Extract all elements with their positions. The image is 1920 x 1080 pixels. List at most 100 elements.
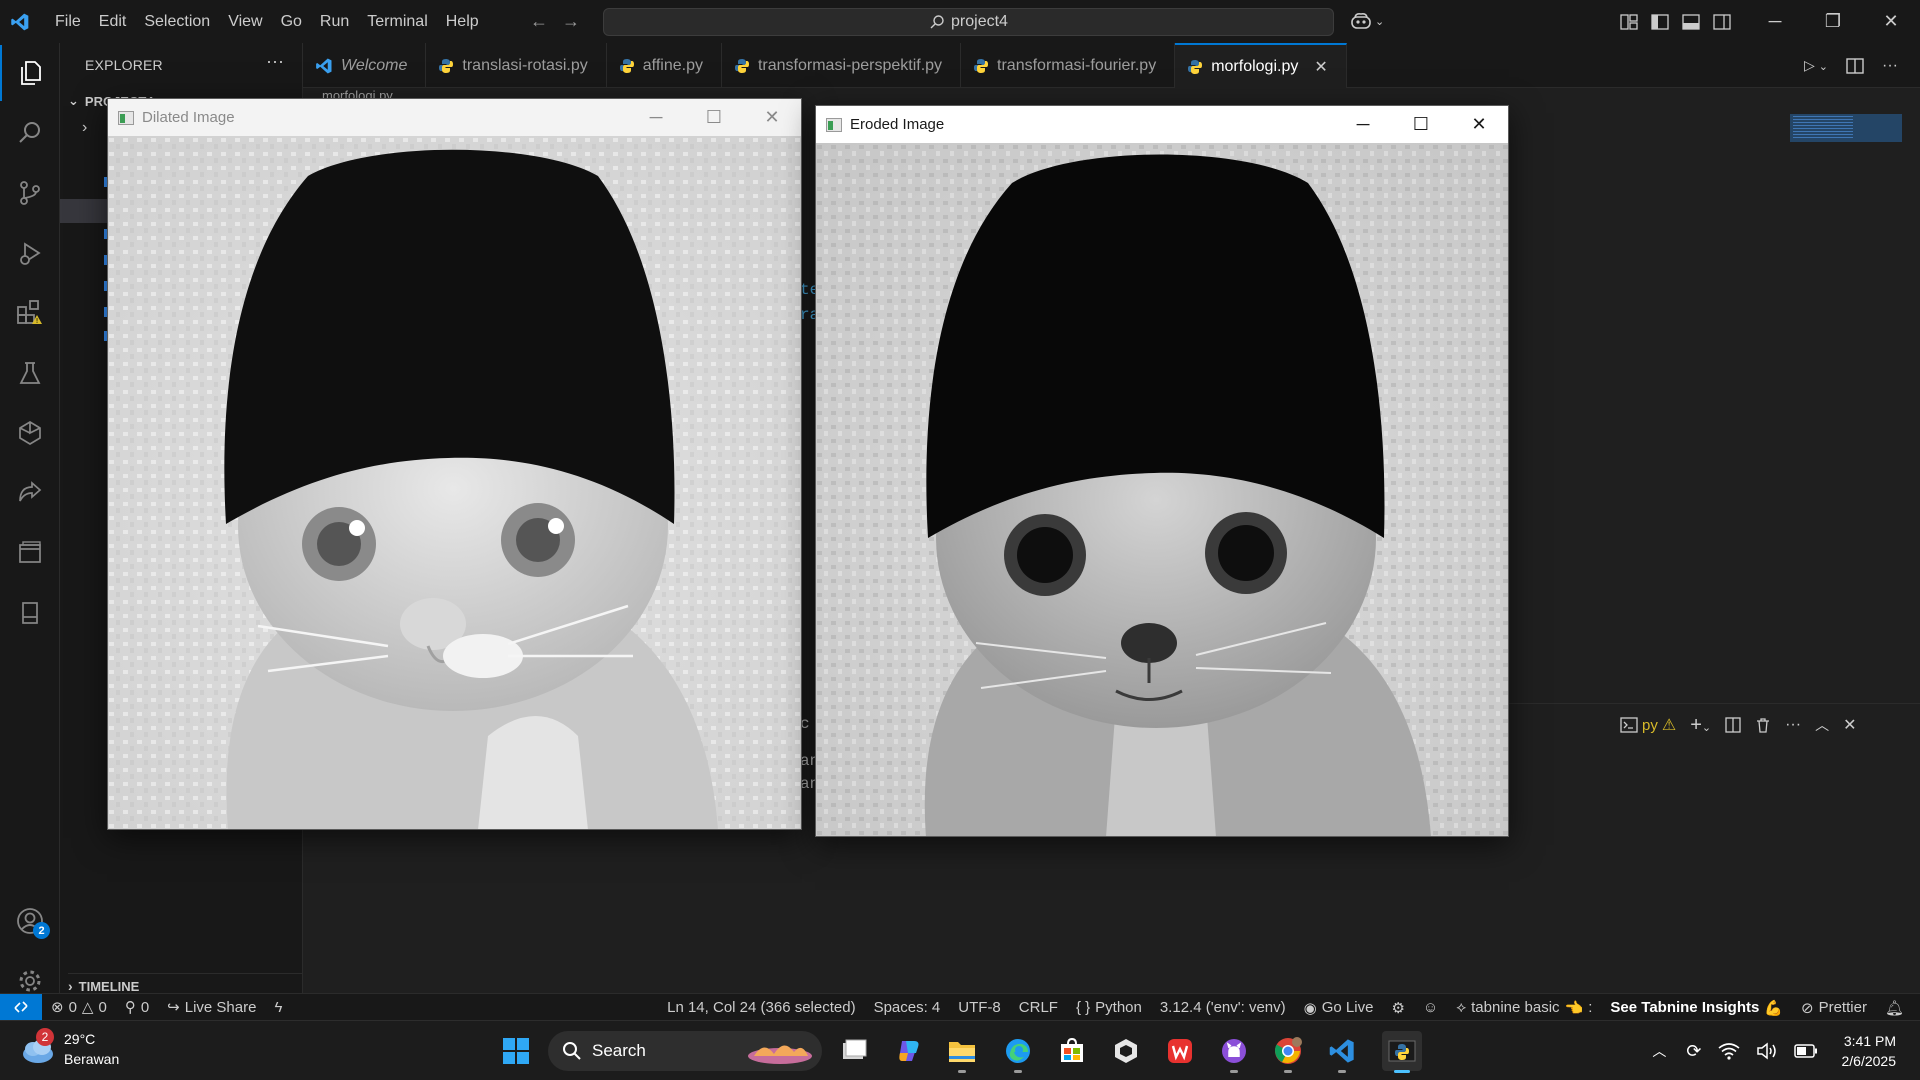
wps-office-icon[interactable] [1160,1031,1200,1071]
eroded-image-window[interactable]: Eroded Image ─ ☐ ✕ [815,105,1509,837]
split-editor-icon[interactable] [1846,57,1864,74]
maximize-icon[interactable]: ☐ [1392,106,1450,143]
minimize-icon[interactable]: ─ [627,99,685,136]
menu-run[interactable]: Run [311,0,358,43]
edge-browser-icon[interactable] [998,1031,1038,1073]
tabnine-insights-link[interactable]: See Tabnine Insights 💪 [1601,999,1792,1017]
menu-file[interactable]: File [46,0,90,43]
sync-icon[interactable]: ⟳ [1678,1041,1709,1062]
tab-welcome[interactable]: Welcome [303,43,427,88]
notifications-bell-icon[interactable]: 🔔︎ [1876,999,1920,1017]
python-interpreter[interactable]: 3.12.4 ('env': venv) [1151,999,1295,1016]
go-live-button[interactable]: ◉ Go Live [1295,999,1383,1017]
tab-transformasi-perspektif[interactable]: transformasi-perspektif.py [722,43,962,88]
maximize-icon[interactable]: ☐ [685,99,743,136]
menu-terminal[interactable]: Terminal [358,0,436,43]
copilot-app-icon[interactable] [888,1031,928,1071]
start-windows-icon[interactable] [496,1031,536,1071]
cursor-position[interactable]: Ln 14, Col 24 (366 selected) [658,999,864,1016]
menu-view[interactable]: View [219,0,271,43]
notebook-icon[interactable] [0,585,60,641]
command-center-search[interactable]: project4 [603,8,1334,36]
go-live-label: Go Live [1321,999,1374,1016]
problems-indicator[interactable]: ⊗ 0 △ 0 [42,998,116,1017]
menu-help[interactable]: Help [437,0,488,43]
search-icon[interactable] [0,105,60,161]
explorer-icon[interactable] [0,45,60,101]
customize-layout-icon[interactable] [1620,13,1638,30]
new-terminal-icon[interactable]: +⌄ [1690,714,1711,737]
forward-arrow-icon[interactable]: → [562,11,580,32]
toggle-sidebar-icon[interactable] [1651,13,1669,30]
close-icon[interactable]: ✕ [743,99,801,136]
timeline-section-header[interactable]: › TIMELINE [68,973,303,994]
source-control-icon[interactable] [0,165,60,221]
panels-icon[interactable] [0,525,60,581]
maximize-panel-icon[interactable]: ︿ [1815,715,1829,735]
more-actions-icon[interactable]: ··· [1882,57,1898,75]
testing-icon[interactable] [0,345,60,401]
microsoft-store-icon[interactable] [1052,1031,1092,1071]
menu-selection[interactable]: Selection [135,0,219,43]
back-arrow-icon[interactable]: ← [530,11,548,32]
accounts-icon[interactable]: 2 [0,893,60,949]
close-panel-icon[interactable]: ✕ [1843,715,1856,735]
activity-indicator-icon[interactable]: ϟ [265,999,291,1016]
end-of-line[interactable]: CRLF [1010,999,1067,1016]
live-share-icon[interactable] [0,465,60,521]
weather-widget[interactable]: 2 29°C Berawan [20,1028,119,1069]
language-mode[interactable]: { } Python [1067,999,1151,1016]
minimize-icon[interactable]: ─ [1746,0,1804,43]
wifi-icon[interactable] [1718,1042,1740,1060]
run-file-icon[interactable]: ▷ ⌄ [1804,57,1828,74]
tabnine-status[interactable]: ⟡ tabnine basic 👈: [1447,999,1601,1017]
tab-morfologi[interactable]: morfologi.py ✕ [1175,43,1347,88]
chrome-browser-icon[interactable] [1268,1031,1308,1073]
menu-edit[interactable]: Edit [90,0,136,43]
ports-indicator[interactable]: ⚲ 0 [116,998,158,1017]
tab-translasi-rotasi[interactable]: translasi-rotasi.py [426,43,607,88]
run-debug-icon[interactable] [0,225,60,281]
terminal-selector[interactable]: py ⚠ [1620,715,1676,735]
prettier-status[interactable]: ⊘ Prettier [1792,999,1876,1017]
clock[interactable]: 3:41 PM 2/6/2025 [1826,1031,1920,1071]
unity-hub-icon[interactable] [1106,1031,1146,1071]
extensions-icon[interactable]: ! [0,285,60,341]
chevron-right-icon[interactable]: › [82,119,87,137]
indentation[interactable]: Spaces: 4 [865,999,950,1016]
close-icon[interactable]: ✕ [1862,0,1920,43]
close-icon[interactable]: ✕ [1450,106,1508,143]
status-bar: ⊗ 0 △ 0 ⚲ 0 ↪ Live Share ϟ Ln 14, Col 24 (36… [0,993,1920,1021]
extension-status-icon[interactable]: ⚙ [1382,999,1413,1017]
dilated-image-window[interactable]: Dilated Image ─ ☐ ✕ [107,98,802,830]
battery-icon[interactable] [1793,1044,1818,1058]
minimize-icon[interactable]: ─ [1334,106,1392,143]
remote-explorer-icon[interactable] [0,405,60,461]
show-hidden-icons-chevron-icon[interactable]: ︿ [1640,1041,1678,1061]
copilot-icon [1351,13,1371,29]
vscode-taskbar-icon[interactable] [1322,1031,1362,1073]
task-view-icon[interactable] [834,1031,874,1071]
file-explorer-icon[interactable] [942,1031,982,1073]
remote-indicator-icon[interactable] [0,993,42,1021]
menu-go[interactable]: Go [272,0,311,43]
trash-icon[interactable] [1755,717,1771,733]
tab-affine[interactable]: affine.py [607,43,722,88]
live-share-button[interactable]: ↪ Live Share [158,998,265,1017]
github-desktop-icon[interactable] [1214,1031,1254,1073]
split-terminal-icon[interactable] [1725,717,1741,733]
restore-icon[interactable]: ❐ [1804,0,1862,43]
python-icon [734,58,749,73]
toggle-panel-icon[interactable] [1682,13,1700,30]
tab-close-icon[interactable]: ✕ [1314,57,1327,77]
tab-transformasi-fourier[interactable]: transformasi-fourier.py [961,43,1176,88]
copilot-status-icon[interactable]: ☺ [1414,999,1447,1016]
more-actions-icon[interactable]: ··· [266,51,284,72]
more-actions-icon[interactable]: ··· [1785,716,1801,734]
copilot-button[interactable]: ⌄ [1350,8,1384,34]
encoding[interactable]: UTF-8 [949,999,1010,1016]
python-window-icon[interactable] [1382,1031,1422,1073]
taskbar-search[interactable]: Search [548,1031,822,1071]
volume-icon[interactable] [1756,1042,1778,1060]
toggle-secondary-sidebar-icon[interactable] [1713,13,1731,30]
